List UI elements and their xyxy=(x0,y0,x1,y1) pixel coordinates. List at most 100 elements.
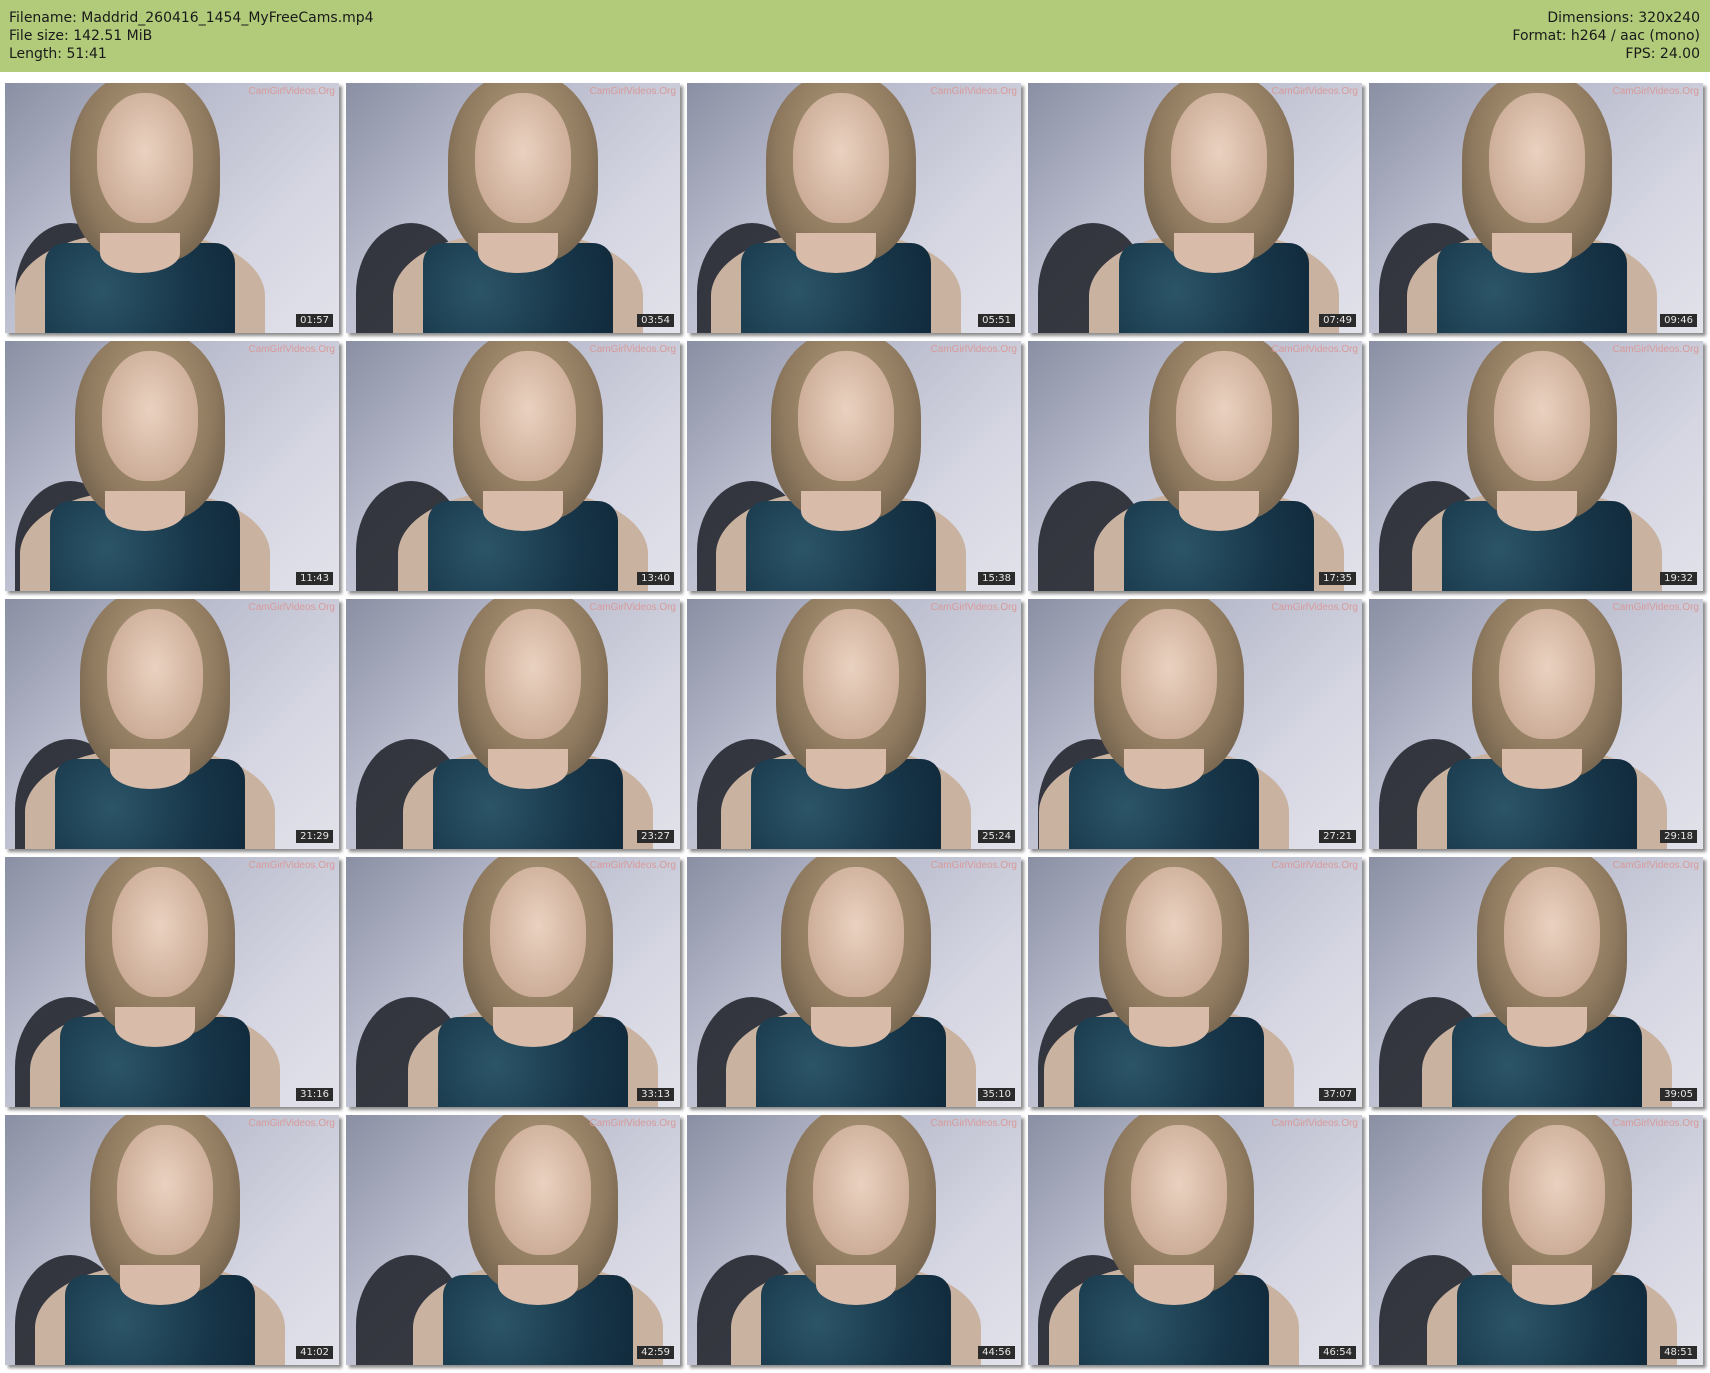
face-image xyxy=(480,351,576,481)
neck-image xyxy=(1512,1265,1592,1305)
video-thumbnail[interactable]: CamGirlVideos.Org 13:40 xyxy=(346,341,680,591)
face-image xyxy=(1494,351,1590,481)
watermark: CamGirlVideos.Org xyxy=(1612,602,1699,613)
watermark: CamGirlVideos.Org xyxy=(1271,86,1358,97)
neck-image xyxy=(1124,749,1204,789)
neck-image xyxy=(1134,1265,1214,1305)
watermark: CamGirlVideos.Org xyxy=(1612,1118,1699,1129)
timestamp-label: 27:21 xyxy=(1319,830,1356,843)
video-thumbnail[interactable]: CamGirlVideos.Org 01:57 xyxy=(5,83,339,333)
video-thumbnail[interactable]: CamGirlVideos.Org 17:35 xyxy=(1028,341,1362,591)
timestamp-label: 05:51 xyxy=(978,314,1015,327)
timestamp-label: 17:35 xyxy=(1319,572,1356,585)
face-image xyxy=(97,93,193,223)
video-thumbnail[interactable]: CamGirlVideos.Org 09:46 xyxy=(1369,83,1703,333)
video-thumbnail[interactable]: CamGirlVideos.Org 44:56 xyxy=(687,1115,1021,1365)
timestamp-label: 01:57 xyxy=(296,314,333,327)
video-thumbnail[interactable]: CamGirlVideos.Org 21:29 xyxy=(5,599,339,849)
watermark: CamGirlVideos.Org xyxy=(589,1118,676,1129)
neck-image xyxy=(498,1265,578,1305)
video-thumbnail[interactable]: CamGirlVideos.Org 37:07 xyxy=(1028,857,1362,1107)
video-thumbnail[interactable]: CamGirlVideos.Org 41:02 xyxy=(5,1115,339,1365)
video-thumbnail[interactable]: CamGirlVideos.Org 35:10 xyxy=(687,857,1021,1107)
neck-image xyxy=(100,233,180,273)
face-image xyxy=(112,867,208,997)
neck-image xyxy=(816,1265,896,1305)
video-thumbnail[interactable]: CamGirlVideos.Org 33:13 xyxy=(346,857,680,1107)
face-image xyxy=(475,93,571,223)
face-image xyxy=(1504,867,1600,997)
fps: FPS: 24.00 xyxy=(1625,46,1700,62)
face-image xyxy=(793,93,889,223)
watermark: CamGirlVideos.Org xyxy=(248,860,335,871)
video-thumbnail[interactable]: CamGirlVideos.Org 46:54 xyxy=(1028,1115,1362,1365)
video-thumbnail[interactable]: CamGirlVideos.Org 39:05 xyxy=(1369,857,1703,1107)
format: Format: h264 / aac (mono) xyxy=(1512,28,1700,44)
watermark: CamGirlVideos.Org xyxy=(1612,86,1699,97)
neck-image xyxy=(801,491,881,531)
video-thumbnail[interactable]: CamGirlVideos.Org 05:51 xyxy=(687,83,1021,333)
watermark: CamGirlVideos.Org xyxy=(930,344,1017,355)
neck-image xyxy=(110,749,190,789)
video-thumbnail[interactable]: CamGirlVideos.Org 25:24 xyxy=(687,599,1021,849)
watermark: CamGirlVideos.Org xyxy=(248,602,335,613)
face-image xyxy=(495,1125,591,1255)
face-image xyxy=(102,351,198,481)
neck-image xyxy=(806,749,886,789)
watermark: CamGirlVideos.Org xyxy=(589,86,676,97)
timestamp-label: 31:16 xyxy=(296,1088,333,1101)
watermark: CamGirlVideos.Org xyxy=(589,860,676,871)
timestamp-label: 25:24 xyxy=(978,830,1015,843)
timestamp-label: 46:54 xyxy=(1319,1346,1356,1359)
video-thumbnail[interactable]: CamGirlVideos.Org 19:32 xyxy=(1369,341,1703,591)
video-thumbnail[interactable]: CamGirlVideos.Org 29:18 xyxy=(1369,599,1703,849)
face-image xyxy=(808,867,904,997)
face-image xyxy=(485,609,581,739)
neck-image xyxy=(1507,1007,1587,1047)
neck-image xyxy=(1174,233,1254,273)
neck-image xyxy=(811,1007,891,1047)
timestamp-label: 09:46 xyxy=(1660,314,1697,327)
timestamp-label: 19:32 xyxy=(1660,572,1697,585)
neck-image xyxy=(120,1265,200,1305)
face-image xyxy=(1499,609,1595,739)
neck-image xyxy=(1492,233,1572,273)
file-info-right: Dimensions: 320x240 Format: h264 / aac (… xyxy=(1512,9,1700,63)
watermark: CamGirlVideos.Org xyxy=(1612,344,1699,355)
face-image xyxy=(803,609,899,739)
video-thumbnail[interactable]: CamGirlVideos.Org 11:43 xyxy=(5,341,339,591)
watermark: CamGirlVideos.Org xyxy=(248,1118,335,1129)
video-thumbnail[interactable]: CamGirlVideos.Org 23:27 xyxy=(346,599,680,849)
neck-image xyxy=(1179,491,1259,531)
file-info-left: Filename: Maddrid_260416_1454_MyFreeCams… xyxy=(9,9,374,63)
video-thumbnail[interactable]: CamGirlVideos.Org 31:16 xyxy=(5,857,339,1107)
watermark: CamGirlVideos.Org xyxy=(1271,860,1358,871)
face-image xyxy=(813,1125,909,1255)
timestamp-label: 03:54 xyxy=(637,314,674,327)
info-header: Filename: Maddrid_260416_1454_MyFreeCams… xyxy=(0,0,1710,72)
face-image xyxy=(1121,609,1217,739)
dimensions: Dimensions: 320x240 xyxy=(1547,10,1700,26)
video-thumbnail[interactable]: CamGirlVideos.Org 15:38 xyxy=(687,341,1021,591)
video-thumbnail[interactable]: CamGirlVideos.Org 48:51 xyxy=(1369,1115,1703,1365)
face-image xyxy=(1131,1125,1227,1255)
file-size: File size: 142.51 MiB xyxy=(9,28,153,44)
video-thumbnail[interactable]: CamGirlVideos.Org 27:21 xyxy=(1028,599,1362,849)
video-thumbnail[interactable]: CamGirlVideos.Org 42:59 xyxy=(346,1115,680,1365)
video-thumbnail[interactable]: CamGirlVideos.Org 03:54 xyxy=(346,83,680,333)
watermark: CamGirlVideos.Org xyxy=(248,86,335,97)
watermark: CamGirlVideos.Org xyxy=(1271,1118,1358,1129)
timestamp-label: 15:38 xyxy=(978,572,1015,585)
neck-image xyxy=(1497,491,1577,531)
face-image xyxy=(1176,351,1272,481)
neck-image xyxy=(1502,749,1582,789)
face-image xyxy=(798,351,894,481)
watermark: CamGirlVideos.Org xyxy=(248,344,335,355)
face-image xyxy=(1126,867,1222,997)
watermark: CamGirlVideos.Org xyxy=(930,860,1017,871)
timestamp-label: 37:07 xyxy=(1319,1088,1356,1101)
timestamp-label: 35:10 xyxy=(978,1088,1015,1101)
timestamp-label: 21:29 xyxy=(296,830,333,843)
video-thumbnail[interactable]: CamGirlVideos.Org 07:49 xyxy=(1028,83,1362,333)
neck-image xyxy=(493,1007,573,1047)
